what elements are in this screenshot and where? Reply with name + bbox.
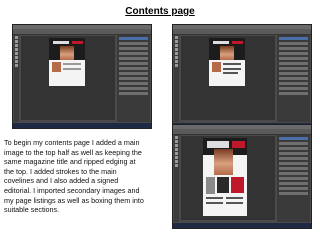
layers-panel (277, 135, 310, 222)
windows-taskbar (173, 223, 311, 228)
contents-page-document (203, 138, 247, 216)
photoshop-screenshot-2 (172, 24, 312, 129)
contents-page-document (49, 38, 85, 86)
canvas-area (181, 136, 275, 220)
photoshop-screenshot-3 (172, 124, 312, 229)
description-text: To begin my contents page I added a main… (4, 138, 144, 215)
tools-panel (174, 35, 179, 122)
tools-panel (174, 135, 179, 222)
windows-taskbar (13, 123, 151, 128)
layers-panel (117, 35, 150, 122)
page-title: Contents page (125, 6, 195, 17)
photoshop-screenshot-1 (12, 24, 152, 129)
contents-page-document (209, 38, 245, 86)
canvas-area (181, 36, 275, 120)
tools-panel (14, 35, 19, 122)
layers-panel (277, 35, 310, 122)
canvas-area (21, 36, 115, 120)
